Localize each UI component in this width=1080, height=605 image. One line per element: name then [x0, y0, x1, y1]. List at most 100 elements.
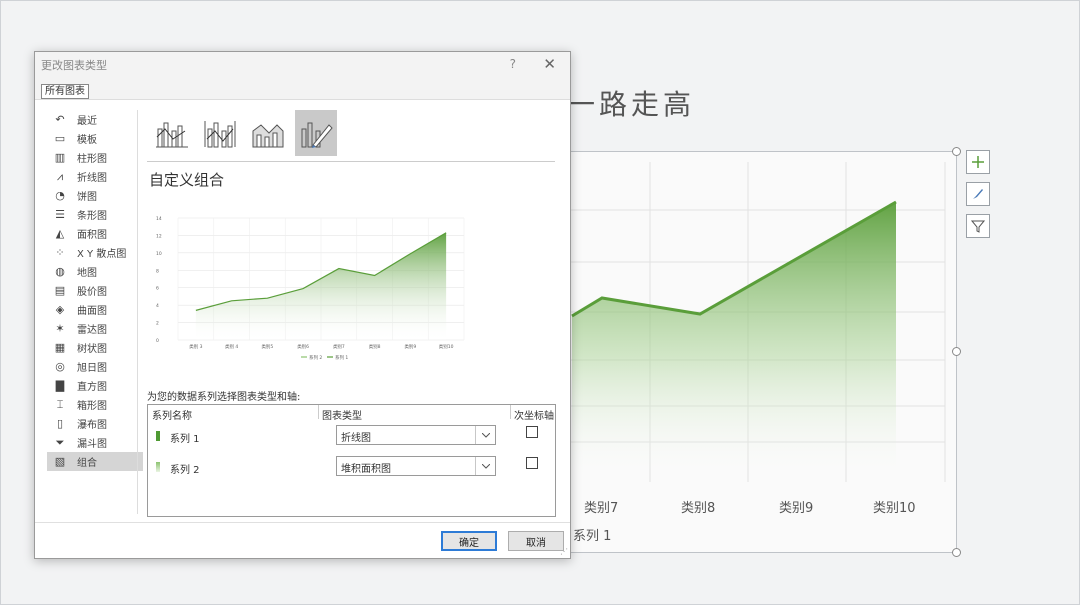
combo-subtype-2[interactable]: [199, 110, 241, 156]
nav-item-label: X Y 散点图: [77, 249, 127, 260]
nav-divider: [137, 110, 138, 514]
big-x-label: 类别7: [584, 501, 619, 516]
nav-item[interactable]: ▯ 瀑布图: [47, 414, 143, 433]
ok-button[interactable]: 确定: [441, 531, 497, 551]
big-legend: 系列 1: [573, 529, 612, 544]
chart-frame[interactable]: [549, 151, 957, 553]
nav-item-label: 组合: [77, 458, 97, 469]
brush-icon[interactable]: [966, 182, 990, 206]
nav-item[interactable]: ☰ 条形图: [47, 205, 143, 224]
series-1-secondary-axis-checkbox[interactable]: [526, 426, 538, 438]
nav-item-label: 旭日图: [77, 363, 107, 374]
slide-title: 一路走高: [567, 88, 696, 121]
preview-legend-label: 系列 1: [335, 354, 348, 361]
preview-x-tick-label: 类别8: [369, 343, 381, 350]
line-chart-icon: ⩘: [56, 169, 64, 183]
preview-x-tick-label: 类别6: [297, 343, 309, 350]
combo-clustered-line-icon: [156, 122, 188, 148]
funnel-chart-icon: ⏷: [55, 435, 65, 449]
pie-chart-icon: ◔: [55, 189, 65, 202]
preview-chart: 02468101214 类别 3 类别 4 类别5 类别6 类别7 类别8 类别9 类别10 …: [156, 216, 465, 361]
nav-item[interactable]: ▦ 树状图: [47, 338, 143, 357]
series-2-chart-type-select[interactable]: 堆积面积图: [336, 456, 496, 476]
resize-handle[interactable]: [952, 548, 961, 557]
combo-subtype-1[interactable]: [151, 110, 193, 156]
help-button[interactable]: ?: [510, 57, 516, 71]
nav-item[interactable]: ⌶ 箱形图: [47, 395, 143, 414]
big-chart: [550, 162, 946, 482]
nav-item[interactable]: ⁘ X Y 散点图: [47, 243, 143, 262]
nav-item[interactable]: ⩘ 折线图: [47, 167, 143, 186]
combo-subtype-3[interactable]: [247, 110, 289, 156]
histogram-chart-icon: ▇: [55, 379, 65, 392]
map-chart-icon: ◍: [55, 265, 65, 278]
combo-area-column-icon: [252, 124, 284, 148]
chevron-down-icon[interactable]: [475, 426, 495, 444]
nav-item[interactable]: ↶ 最近: [47, 110, 143, 129]
series-1-chart-type-select[interactable]: 折线图: [336, 425, 496, 445]
nav-item[interactable]: ▇ 直方图: [47, 376, 143, 395]
nav-item-label: 饼图: [77, 192, 97, 203]
resize-handle[interactable]: [952, 347, 961, 356]
plus-icon[interactable]: [966, 150, 990, 174]
big-area: [572, 202, 896, 482]
nav-item[interactable]: ⏷ 漏斗图: [47, 433, 143, 452]
filter-icon[interactable]: [966, 214, 990, 238]
nav-item[interactable]: ◔ 饼图: [47, 186, 143, 205]
chart-type-nav: ↶ 最近 ▭ 模板 ▥ 柱形图 ⩘ 折线图 ◔ 饼图 ☰ 条形图 ◭ 面积图 ⁘ X Y 散点图 ◍ 地图 ▤ 股价图…: [47, 110, 143, 471]
nav-item[interactable]: ◍ 地图: [47, 262, 143, 281]
subtype-divider: [147, 161, 555, 162]
combo-subtype-custom[interactable]: [295, 110, 337, 156]
cancel-button[interactable]: 取消: [508, 531, 564, 551]
series-row: 系列 1 折线图: [148, 425, 555, 451]
nav-item[interactable]: ✶ 雷达图: [47, 319, 143, 338]
close-icon[interactable]: ✕: [543, 55, 556, 73]
nav-item-label: 地图: [77, 268, 97, 279]
header-separator: [510, 405, 511, 419]
nav-item[interactable]: ▧ 组合: [47, 452, 143, 471]
column-chart-icon: ▥: [54, 151, 66, 164]
preview-y-tick-label: 2: [156, 321, 159, 327]
preview-x-tick-label: 类别7: [333, 343, 345, 350]
area-chart-icon: ◭: [55, 227, 65, 240]
preview-y-tick-label: 10: [156, 251, 162, 257]
change-chart-type-dialog: 更改图表类型 ? ✕ 所有图表 ↶ 最近 ▭ 模板 ▥ 柱形图 ⩘ 折线图 ◔ 饼图 ☰ 条形图 ◭ 面积…: [34, 51, 571, 559]
chevron-down-icon[interactable]: [475, 457, 495, 475]
series-caption: 为您的数据系列选择图表类型和轴:: [147, 392, 301, 403]
radar-chart-icon: ✶: [55, 322, 65, 335]
tab-all-charts[interactable]: 所有图表: [41, 84, 89, 99]
nav-item-label: 瀑布图: [77, 420, 107, 431]
nav-item[interactable]: ▥ 柱形图: [47, 148, 143, 167]
resize-grip-icon[interactable]: ⋰: [560, 547, 568, 556]
subtype-title: 自定义组合: [149, 171, 225, 189]
stock-chart-icon: ▤: [54, 284, 66, 297]
series-1-chart-type-value: 折线图: [341, 433, 371, 444]
big-x-label: 类别10: [873, 501, 916, 516]
nav-item[interactable]: ◎ 旭日图: [47, 357, 143, 376]
waterfall-chart-icon: ▯: [56, 417, 64, 430]
nav-item-label: 柱形图: [77, 154, 107, 165]
surface-chart-icon: ◈: [55, 303, 65, 316]
preview-y-tick-label: 6: [156, 286, 159, 292]
series-2-secondary-axis-checkbox[interactable]: [526, 457, 538, 469]
series-2-chart-type-value: 堆积面积图: [341, 464, 391, 475]
nav-item[interactable]: ◈ 曲面图: [47, 300, 143, 319]
preview-y-tick-label: 14: [156, 216, 162, 222]
nav-item-label: 树状图: [77, 344, 107, 355]
big-x-label: 类别8: [681, 501, 716, 516]
resize-handle[interactable]: [952, 147, 961, 156]
bar-chart-icon: ☰: [55, 208, 65, 221]
header-secondary-axis: 次坐标轴: [514, 411, 554, 422]
nav-item[interactable]: ▤ 股价图: [47, 281, 143, 300]
nav-item[interactable]: ◭ 面积图: [47, 224, 143, 243]
recent-icon: ↶: [55, 113, 65, 126]
box-chart-icon: ⌶: [56, 397, 64, 411]
series-table: 系列名称 图表类型 次坐标轴 系列 1 折线图 系列 2 堆积面积图: [147, 404, 556, 517]
preview-x-tick-label: 类别 4: [225, 343, 238, 350]
header-separator: [318, 405, 319, 419]
preview-y-tick-label: 12: [156, 233, 162, 239]
dialog-titlebar: 更改图表类型: [35, 52, 570, 78]
nav-item[interactable]: ▭ 模板: [47, 129, 143, 148]
combo-chart-icon: ▧: [54, 455, 66, 468]
sunburst-chart-icon: ◎: [55, 360, 65, 373]
